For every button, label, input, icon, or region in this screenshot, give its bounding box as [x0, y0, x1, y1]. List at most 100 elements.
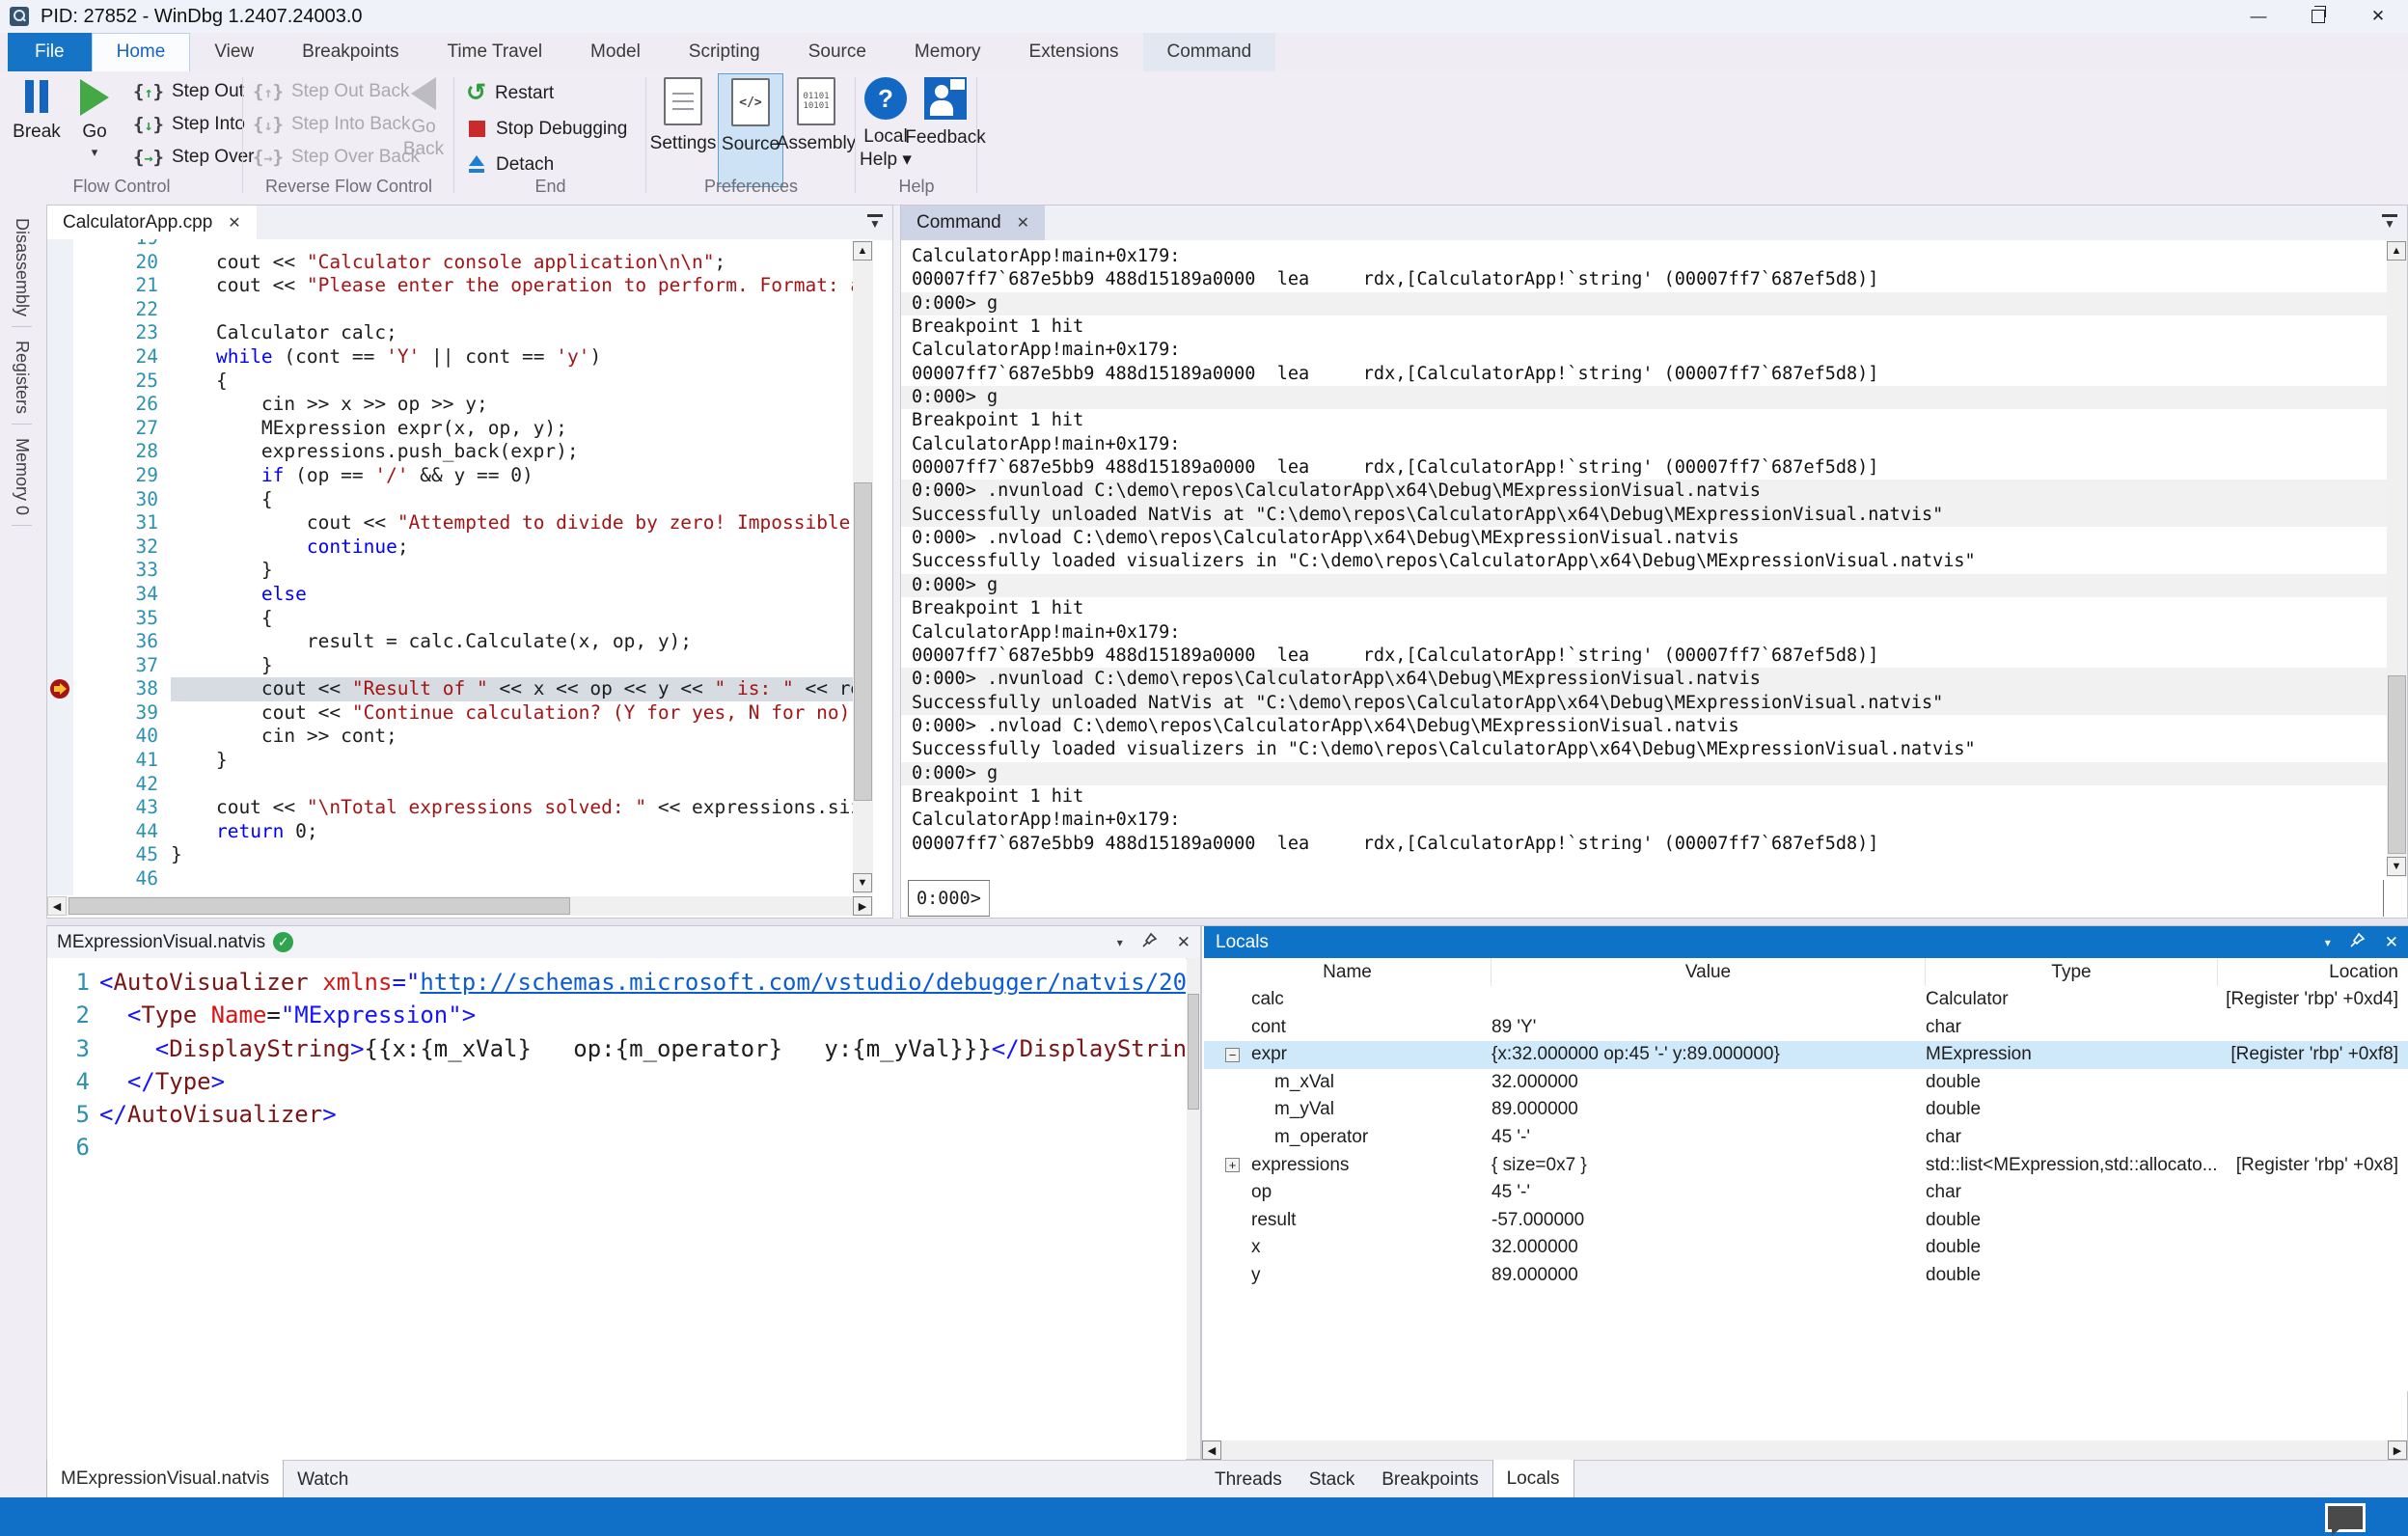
ribbon-tab-home[interactable]: Home — [92, 33, 191, 71]
scroll-right-icon[interactable]: ▶ — [853, 896, 872, 916]
command-input[interactable] — [990, 880, 2383, 917]
feedback-button[interactable]: Feedback — [916, 77, 975, 149]
close-icon[interactable]: ✕ — [2385, 933, 2398, 952]
locals-row-m-xval[interactable]: m_xVal32.000000double — [1204, 1069, 2408, 1097]
code-token: < — [155, 1035, 169, 1062]
pin-icon[interactable] — [2350, 932, 2366, 952]
break-button[interactable]: Break — [6, 77, 68, 143]
source-hscroll-thumb[interactable] — [68, 897, 570, 915]
step-out-button[interactable]: {↑} Step Out — [133, 75, 254, 108]
step-over-back-button[interactable]: {→} Step Over Back — [253, 141, 420, 174]
bottom-tab-mexpressionvisual-natvis[interactable]: MExpressionVisual.natvis — [46, 1460, 284, 1498]
bottom-tab-threads[interactable]: Threads — [1201, 1461, 1296, 1498]
close-icon[interactable]: ✕ — [1177, 933, 1190, 952]
stop-debugging-button[interactable]: Stop Debugging — [466, 111, 627, 147]
scroll-left-icon[interactable]: ◀ — [1202, 1440, 1221, 1460]
command-output-line: CalculatorApp!main+0x179: — [901, 809, 2389, 832]
locals-hscrollbar[interactable] — [1202, 1440, 2407, 1460]
command-output-line: 0:000> .nvload C:\demo\repos\CalculatorA… — [901, 715, 2389, 738]
locals-column-name[interactable]: Name — [1204, 958, 1491, 986]
natvis-vscroll-thumb[interactable] — [1188, 994, 1199, 1110]
ribbon-tab-view[interactable]: View — [190, 33, 278, 71]
pin-icon[interactable] — [1142, 932, 1158, 952]
locals-row-y[interactable]: y89.000000double — [1204, 1262, 2408, 1290]
breakpoint-icon[interactable] — [50, 679, 69, 699]
command-output-line: 00007ff7`687e5bb9 488d15189a0000 lea rdx… — [901, 456, 2389, 480]
locals-row-calc[interactable]: calcCalculator[Register 'rbp' +0xd4] — [1204, 986, 2408, 1014]
ribbon-tab-time-travel[interactable]: Time Travel — [424, 33, 567, 71]
locals-row-m-operator[interactable]: m_operator45 '-'char — [1204, 1124, 2408, 1152]
rail-tab-registers[interactable]: Registers — [12, 331, 32, 425]
bottom-tab-stack[interactable]: Stack — [1296, 1461, 1369, 1498]
scroll-left-icon[interactable]: ◀ — [47, 896, 67, 916]
go-back-button[interactable]: Go Back — [397, 77, 450, 160]
chevron-down-icon[interactable]: ▾ — [1117, 936, 1123, 949]
locals-column-location[interactable]: Location — [2218, 958, 2408, 986]
go-button[interactable]: Go ▾ — [64, 77, 125, 160]
command-prompt: 0:000> — [909, 881, 990, 916]
collapse-box-icon[interactable]: − — [1225, 1048, 1240, 1062]
settings-button[interactable]: Settings — [650, 77, 716, 154]
step-into-back-icon: {↓} — [253, 114, 284, 135]
scroll-up-icon[interactable]: ▲ — [853, 241, 872, 261]
bottom-tab-locals[interactable]: Locals — [1492, 1460, 1574, 1498]
close-icon[interactable]: ✕ — [228, 213, 240, 233]
bottom-tab-watch[interactable]: Watch — [284, 1461, 362, 1498]
ribbon-tab-file[interactable]: File — [8, 33, 92, 71]
ribbon-tab-scripting[interactable]: Scripting — [665, 33, 784, 71]
command-vscroll-thumb[interactable] — [2388, 675, 2406, 854]
assembly-mode-button[interactable]: 0110110101 Assembly — [783, 77, 849, 154]
locals-column-type[interactable]: Type — [1926, 958, 2218, 986]
pause-icon — [25, 77, 48, 116]
ribbon-tab-breakpoints[interactable]: Breakpoints — [278, 33, 423, 71]
step-into-back-button[interactable]: {↓} Step Into Back — [253, 108, 420, 141]
variable-value: 89.000000 — [1491, 1262, 1926, 1290]
source-line: 30 { — [47, 488, 873, 512]
locals-column-value[interactable]: Value — [1491, 958, 1926, 986]
locals-row-expressions[interactable]: +expressions{ size=0x7 }std::list<MExpre… — [1204, 1152, 2408, 1180]
source-mode-button[interactable]: </> Source — [718, 73, 783, 187]
locals-row-cont[interactable]: cont89 'Y'char — [1204, 1014, 2408, 1042]
locals-row-result[interactable]: result-57.000000double — [1204, 1207, 2408, 1235]
pane-collapse-icon[interactable]: ▼ — [867, 214, 883, 229]
tab-calculatorapp-cpp[interactable]: CalculatorApp.cpp ✕ — [47, 206, 257, 240]
bottom-tab-breakpoints[interactable]: Breakpoints — [1368, 1461, 1491, 1498]
minimize-icon[interactable]: — — [2229, 0, 2288, 33]
ribbon-tab-command[interactable]: Command — [1143, 33, 1276, 71]
expand-box-icon[interactable]: + — [1225, 1158, 1240, 1172]
locals-row-m-yval[interactable]: m_yVal89.000000double — [1204, 1096, 2408, 1124]
step-out-back-button[interactable]: {↑} Step Out Back — [253, 75, 420, 108]
chevron-down-icon[interactable]: ▾ — [2325, 936, 2331, 949]
restore-icon[interactable] — [2288, 0, 2348, 33]
step-over-button[interactable]: {→} Step Over — [133, 141, 254, 174]
ribbon-tab-extensions[interactable]: Extensions — [1005, 33, 1143, 71]
command-pane-tab-bar: Command ✕ ▼ — [901, 206, 2407, 240]
feedback-bubble-icon[interactable] — [2325, 1503, 2366, 1532]
ribbon-tab-memory[interactable]: Memory — [890, 33, 1005, 71]
scroll-up-icon[interactable]: ▲ — [2387, 241, 2406, 261]
local-help-button[interactable]: ? Local Help ▾ — [858, 77, 914, 172]
close-icon[interactable]: ✕ — [1017, 213, 1029, 233]
step-into-button[interactable]: {↓} Step Into — [133, 108, 254, 141]
scroll-down-icon[interactable]: ▼ — [853, 873, 872, 892]
pane-collapse-icon[interactable]: ▼ — [2382, 214, 2397, 229]
line-number: 41 — [73, 749, 158, 773]
variable-type: MExpression — [1926, 1041, 2218, 1069]
tab-command[interactable]: Command ✕ — [901, 206, 1045, 240]
line-number: 35 — [73, 607, 158, 631]
rail-tab-memory-0[interactable]: Memory 0 — [12, 428, 32, 526]
scroll-right-icon[interactable]: ▶ — [2388, 1440, 2407, 1460]
variable-name-cell: calc — [1204, 986, 1491, 1014]
locals-row-x[interactable]: x32.000000double — [1204, 1234, 2408, 1262]
locals-row-op[interactable]: op45 '-'char — [1204, 1179, 2408, 1207]
windbg-window: PID: 27852 - WinDbg 1.2407.24003.0 — ✕ F… — [0, 0, 2408, 1536]
ribbon-tab-source[interactable]: Source — [784, 33, 890, 71]
locals-row-expr[interactable]: −expr{x:32.000000 op:45 '-' y:89.000000}… — [1204, 1041, 2408, 1069]
ribbon-tab-model[interactable]: Model — [566, 33, 665, 71]
close-icon[interactable]: ✕ — [2348, 0, 2408, 33]
restart-button[interactable]: ↺ Restart — [466, 75, 627, 111]
scroll-down-icon[interactable]: ▼ — [2387, 857, 2406, 876]
chevron-down-icon[interactable]: ▾ — [92, 145, 98, 160]
rail-tab-disassembly[interactable]: Disassembly — [12, 208, 32, 327]
source-vscroll-thumb[interactable] — [854, 482, 872, 801]
